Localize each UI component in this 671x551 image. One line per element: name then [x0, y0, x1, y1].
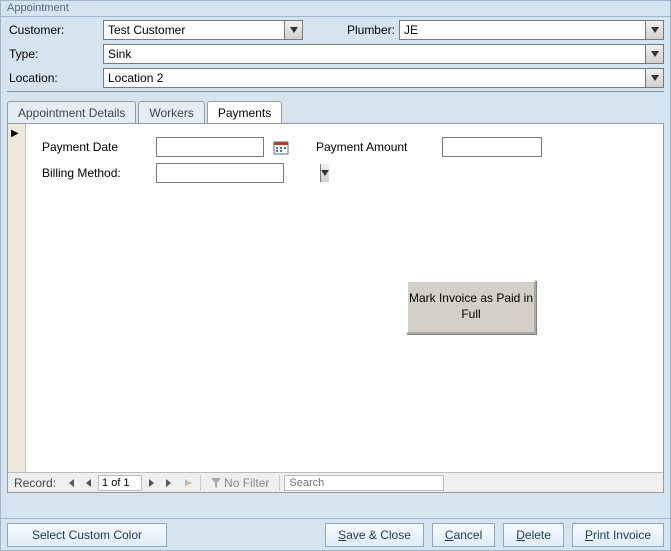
customer-combo[interactable] — [103, 20, 303, 40]
customer-dropdown-button[interactable] — [284, 21, 302, 39]
divider — [7, 91, 664, 92]
filter-status[interactable]: No Filter — [205, 476, 275, 490]
record-nav-label: Record: — [8, 476, 62, 490]
mark-invoice-paid-button[interactable]: Mark Invoice as Paid in Full — [406, 280, 536, 334]
record-selector[interactable]: ▶ — [8, 124, 26, 472]
chevron-down-icon — [651, 51, 659, 57]
calendar-icon[interactable] — [272, 138, 290, 156]
record-prev-button[interactable] — [80, 475, 98, 491]
payment-amount-input[interactable] — [442, 137, 542, 157]
delete-button[interactable]: Delete — [503, 523, 564, 547]
record-position-input[interactable] — [98, 475, 142, 491]
save-close-button[interactable]: Save & Close — [325, 523, 424, 547]
appointment-window: Appointment Customer: Plumber: Type: — [0, 0, 671, 551]
tab-payments[interactable]: Payments — [207, 101, 282, 125]
header-form: Customer: Plumber: Type: — [1, 17, 670, 96]
payment-date-input[interactable] — [156, 137, 264, 157]
location-label: Location: — [7, 71, 99, 85]
current-record-icon: ▶ — [11, 128, 19, 139]
bottom-toolbar: Select Custom Color Save & Close Cancel … — [1, 518, 670, 550]
billing-method-combo[interactable] — [156, 163, 284, 183]
customer-input[interactable] — [104, 21, 284, 39]
tab-workers[interactable]: Workers — [138, 101, 204, 124]
chevron-down-icon — [651, 75, 659, 81]
funnel-icon — [211, 478, 221, 488]
window-title: Appointment — [1, 1, 670, 17]
nav-separator — [279, 475, 280, 491]
nav-separator — [200, 475, 201, 491]
calendar-icon-svg — [273, 139, 289, 155]
plumber-combo[interactable] — [399, 20, 664, 40]
record-last-button[interactable] — [160, 475, 178, 491]
type-input[interactable] — [104, 45, 645, 63]
type-combo[interactable] — [103, 44, 664, 64]
tabs-container: Appointment Details Workers Payments ▶ P… — [1, 96, 670, 499]
type-label: Type: — [7, 47, 99, 61]
record-first-button[interactable] — [62, 475, 80, 491]
record-new-button[interactable] — [178, 475, 196, 491]
plumber-dropdown-button[interactable] — [645, 21, 663, 39]
tab-body-payments: ▶ Payment Date — [7, 123, 664, 493]
record-navigation-bar: Record: No Filter — [8, 472, 663, 492]
chevron-down-icon — [651, 27, 659, 33]
location-combo[interactable] — [103, 68, 664, 88]
record-search-input[interactable] — [284, 475, 444, 491]
record-next-button[interactable] — [142, 475, 160, 491]
plumber-input[interactable] — [400, 21, 645, 39]
location-input[interactable] — [104, 69, 645, 87]
cancel-button[interactable]: Cancel — [432, 523, 495, 547]
tab-strip: Appointment Details Workers Payments — [7, 100, 664, 124]
billing-method-label: Billing Method: — [42, 166, 150, 180]
billing-method-dropdown-button[interactable] — [320, 164, 329, 182]
select-custom-color-button[interactable]: Select Custom Color — [7, 523, 167, 547]
payment-amount-label: Payment Amount — [316, 140, 436, 154]
type-dropdown-button[interactable] — [645, 45, 663, 63]
plumber-label: Plumber: — [335, 23, 395, 37]
payment-date-label: Payment Date — [42, 140, 150, 154]
chevron-down-icon — [290, 27, 298, 33]
print-invoice-button[interactable]: Print Invoice — [572, 523, 664, 547]
tab-appointment-details[interactable]: Appointment Details — [7, 101, 136, 124]
filter-status-text: No Filter — [224, 476, 269, 490]
billing-method-input[interactable] — [157, 164, 320, 182]
location-dropdown-button[interactable] — [645, 69, 663, 87]
customer-label: Customer: — [7, 23, 99, 37]
chevron-down-icon — [321, 170, 329, 176]
